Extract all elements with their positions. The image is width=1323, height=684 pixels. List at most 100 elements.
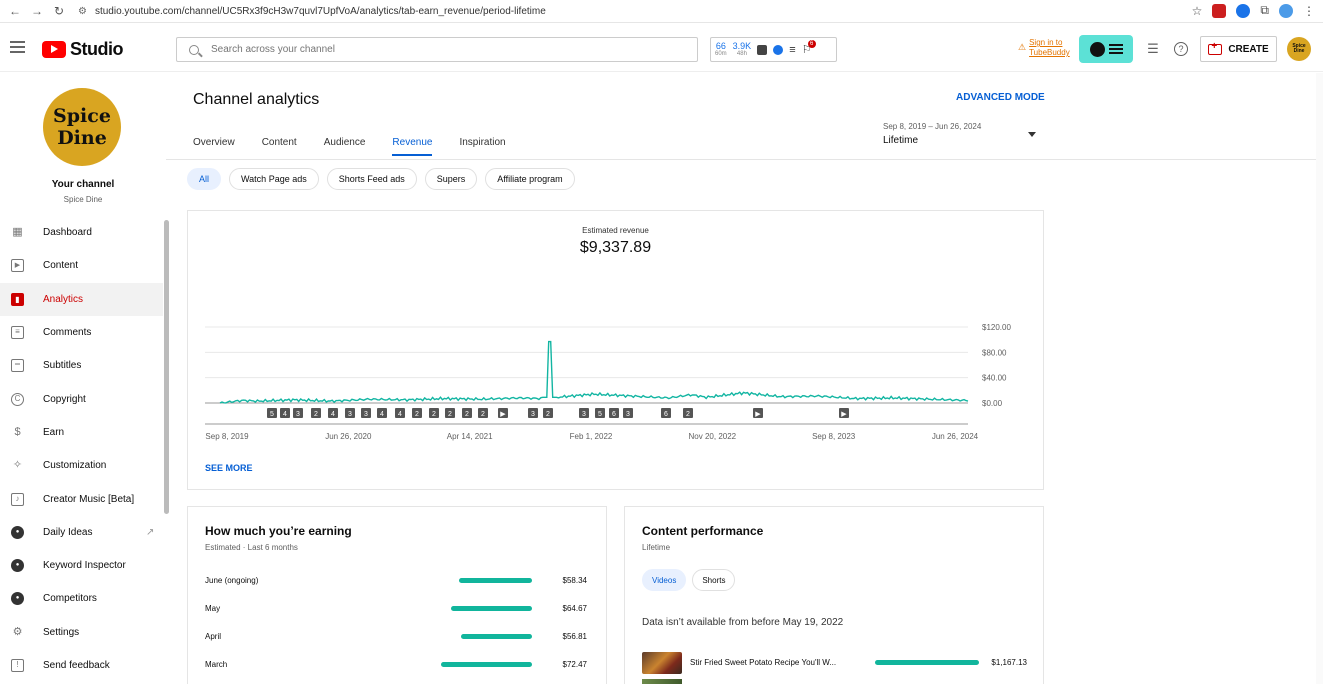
sidebar-item-customization[interactable]: ✧ Customization [0,449,163,482]
daily-ideas-icon: ● [11,525,24,539]
chip-all[interactable]: All [187,168,222,190]
your-channel-label: Your channel [51,179,115,190]
channel-avatar[interactable]: Spice Dine [43,88,121,166]
keyword-inspector-icon: ● [11,559,24,573]
notification-icon[interactable]: ⚐ 6 [802,40,816,56]
earnings-value: $72.47 [562,660,587,669]
list-icon[interactable]: ≡ [789,44,795,56]
x-tick-label: Feb 1, 2022 [570,432,613,441]
studio-logo[interactable]: Studio [42,39,124,60]
chip-videos[interactable]: Videos [642,569,687,591]
event-marker-label: 6 [612,411,616,418]
address-bar[interactable]: ⚙ studio.youtube.com/channel/UC5Rx3f9cH3… [78,6,546,17]
account-avatar[interactable]: Spice Dine [1287,37,1311,61]
x-tick-label: Apr 14, 2021 [447,432,493,441]
stats-icon[interactable] [757,44,768,55]
reload-icon[interactable]: ↻ [50,4,68,18]
event-marker-label: 6 [664,411,668,418]
revenue-line-chart[interactable]: $0.00 $40.00 $80.00 $120.00 5 4 3 2 4 3 3 4 4 2 2 2 2 2 ▶ 3… [188,211,1043,451]
sidebar-item-comments[interactable]: ≡ Comments [0,316,163,349]
event-marker-label: 2 [686,411,690,418]
revenue-series-line [219,340,969,404]
tab-audience[interactable]: Audience [324,137,366,156]
sidebar-item-content[interactable]: ▶ Content [0,249,163,282]
earnings-subtitle: Estimated · Last 6 months [205,543,298,552]
sidebar-item-creator-music[interactable]: ♪ Creator Music [Beta] [0,482,163,515]
earnings-value: $64.67 [562,604,587,613]
sidebar-item-dashboard[interactable]: ▦ Dashboard [0,216,163,249]
earnings-title: How much you’re earning [205,524,352,538]
tubebuddy-icon[interactable] [773,44,784,55]
chip-shorts[interactable]: Shorts [692,569,736,591]
sidebar: Spice Dine Your channel Spice Dine ▦ Das… [0,73,169,684]
table-row: March $72.47 [205,658,590,672]
event-marker-label: 2 [481,411,485,418]
event-marker-label: 3 [582,411,586,418]
event-marker-label: 2 [465,411,469,418]
profile-icon[interactable] [1279,3,1293,18]
y-tick-label: $120.00 [982,323,1011,332]
sidebar-item-subtitles[interactable]: ═ Subtitles [0,349,163,382]
chip-shorts-feed-ads[interactable]: Shorts Feed ads [326,168,417,190]
search-box[interactable] [176,37,698,62]
sidebar-item-keyword-inspector[interactable]: ● Keyword Inspector [0,549,163,582]
sidebar-item-daily-ideas[interactable]: ● Daily Ideas ↗ [0,516,163,549]
event-marker-label: 3 [296,411,300,418]
hamburger-menu-icon[interactable] [10,41,25,53]
search-input[interactable] [211,44,671,55]
earnings-bar [459,578,532,583]
browser-menu-icon[interactable]: ⋮ [1303,4,1315,18]
sidebar-item-competitors[interactable]: ● Competitors [0,582,163,615]
extensions-puzzle-icon[interactable]: ⧉ [1260,3,1269,18]
event-marker-label: 5 [270,411,274,418]
tab-revenue[interactable]: Revenue [392,137,433,156]
month-label: May [205,604,221,613]
table-row: June (ongoing) $58.34 [205,574,590,588]
earn-icon: $ [14,425,21,438]
dropdown-caret-icon[interactable] [1028,132,1036,137]
site-info-icon[interactable]: ⚙ [78,6,87,17]
list-item[interactable]: Stir Fried Sweet Potato Recipe You'll W.… [642,652,1027,674]
tubebuddy-stats[interactable]: 66 60m 3.9K 48h ≡ ⚐ 6 [710,37,837,62]
analytics-tabs: Overview Content Audience Revenue Inspir… [193,137,533,156]
tab-inspiration[interactable]: Inspiration [459,137,505,156]
studio-header: Studio 66 60m 3.9K 48h ≡ ⚐6 ⚠ Sign in to… [0,24,1323,72]
browser-bar: ← → ↻ ⚙ studio.youtube.com/channel/UC5Rx… [0,0,1323,23]
date-range-selector[interactable]: Sep 8, 2019 – Jun 26, 2024 Lifetime [883,122,981,146]
revenue-chart-card: Estimated revenue $9,337.89 $0.00 $40.00 $… [187,210,1044,490]
help-icon[interactable]: ? [1174,42,1188,56]
create-button[interactable]: CREATE [1200,36,1277,62]
chip-watch-page-ads[interactable]: Watch Page ads [229,168,319,190]
extension-icon[interactable] [1212,3,1227,18]
month-label: March [205,660,228,669]
see-more-link[interactable]: SEE MORE [205,463,253,473]
feedback-icon[interactable]: ☰ [1146,42,1160,56]
sidebar-item-analytics[interactable]: ▮ Analytics [0,282,163,316]
tubebuddy-signin[interactable]: ⚠ Sign in to TubeBuddy [1018,38,1070,58]
event-marker-label: 5 [598,411,602,418]
chip-supers[interactable]: Supers [424,168,478,190]
y-tick-label: $80.00 [982,348,1007,357]
tab-content[interactable]: Content [262,137,297,156]
browser-nav: ← → ↻ [6,4,68,18]
sidebar-item-earn[interactable]: $ Earn [0,416,163,449]
external-link-icon: ↗ [146,526,155,538]
chip-affiliate-program[interactable]: Affiliate program [485,168,575,190]
back-icon[interactable]: ← [6,4,24,18]
tabs-divider [166,159,1323,160]
sidebar-scrollbar[interactable] [164,220,169,514]
sidebar-item-copyright[interactable]: C Copyright [0,382,163,415]
forward-icon[interactable]: → [28,4,46,18]
sidebar-item-send-feedback[interactable]: ! Send feedback [0,649,163,682]
y-tick-label: $0.00 [982,399,1003,408]
tab-overview[interactable]: Overview [193,137,235,156]
tubebuddy-menu-button[interactable] [1079,35,1133,63]
event-marker-label: ▶ [755,411,761,418]
page-scrollbar[interactable] [1316,73,1323,684]
advanced-mode-button[interactable]: ADVANCED MODE [956,92,1045,103]
extension-icon[interactable] [1236,3,1251,18]
sidebar-nav: ▦ Dashboard ▶ Content ▮ Analytics ≡ Comm… [0,216,163,682]
event-marker-label: 3 [626,411,630,418]
bookmark-star-icon[interactable]: ☆ [1192,4,1203,18]
sidebar-item-settings[interactable]: ⚙ Settings [0,616,163,649]
